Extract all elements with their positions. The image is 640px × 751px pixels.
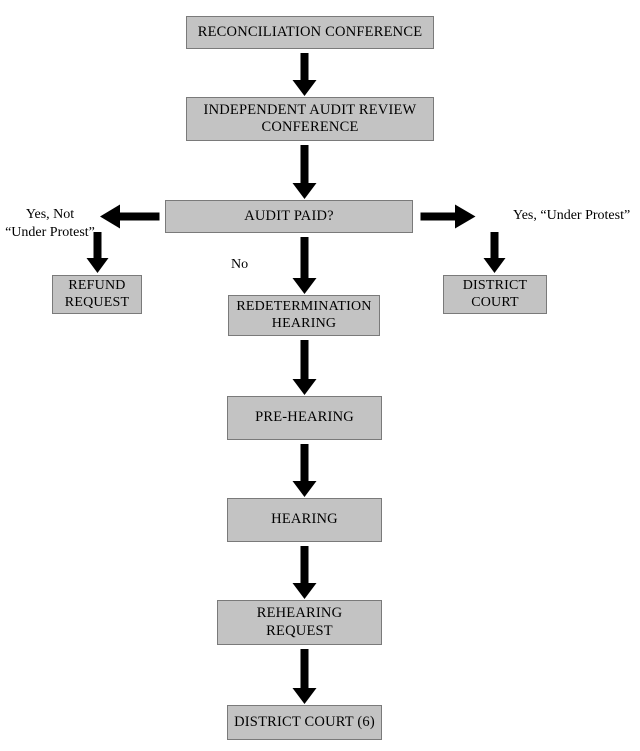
arrow-left-icon bbox=[100, 204, 160, 229]
node-district-court-right[interactable]: DISTRICT COURT bbox=[443, 275, 547, 314]
node-label: REDETERMINATION HEARING bbox=[236, 298, 372, 331]
edge-label-yes-not-under-protest: Yes, Not “Under Protest” bbox=[5, 207, 95, 241]
arrow-down-icon bbox=[292, 53, 317, 97]
arrow-down-icon bbox=[292, 145, 317, 200]
node-label: HEARING bbox=[271, 511, 338, 528]
node-label: RECONCILIATION CONFERENCE bbox=[197, 23, 423, 40]
node-label: AUDIT PAID? bbox=[244, 207, 334, 224]
arrow-right-icon bbox=[420, 204, 476, 229]
node-label: REHEARING REQUEST bbox=[256, 605, 343, 639]
node-pre-hearing[interactable]: PRE-HEARING bbox=[227, 396, 382, 440]
node-audit-paid-decision[interactable]: AUDIT PAID? bbox=[165, 200, 413, 233]
node-rehearing-request[interactable]: REHEARING REQUEST bbox=[217, 600, 382, 645]
node-label: PRE-HEARING bbox=[255, 409, 354, 426]
node-refund-request[interactable]: REFUND REQUEST bbox=[52, 275, 142, 314]
arrow-down-icon bbox=[292, 340, 317, 396]
node-reconciliation-conference[interactable]: RECONCILIATION CONFERENCE bbox=[186, 16, 434, 49]
node-district-court-bottom[interactable]: DISTRICT COURT (6) bbox=[227, 705, 382, 740]
arrow-down-icon bbox=[292, 649, 317, 705]
node-label: INDEPENDENT AUDIT REVIEW CONFERENCE bbox=[203, 101, 417, 135]
node-independent-audit-review-conference[interactable]: INDEPENDENT AUDIT REVIEW CONFERENCE bbox=[186, 97, 434, 141]
edge-label-no: No bbox=[231, 257, 249, 272]
node-label: DISTRICT COURT (6) bbox=[234, 713, 375, 730]
arrow-down-icon bbox=[292, 237, 317, 295]
flowchart-canvas: RECONCILIATION CONFERENCE INDEPENDENT AU… bbox=[0, 0, 640, 751]
arrow-down-icon bbox=[483, 232, 506, 274]
arrow-down-icon bbox=[292, 444, 317, 498]
arrow-down-icon bbox=[292, 546, 317, 600]
node-hearing[interactable]: HEARING bbox=[227, 498, 382, 542]
node-redetermination-hearing[interactable]: REDETERMINATION HEARING bbox=[228, 295, 380, 336]
node-label: DISTRICT COURT bbox=[462, 277, 528, 310]
edge-label-yes-under-protest: Yes, “Under Protest” bbox=[513, 208, 631, 223]
node-label: REFUND REQUEST bbox=[64, 277, 130, 310]
